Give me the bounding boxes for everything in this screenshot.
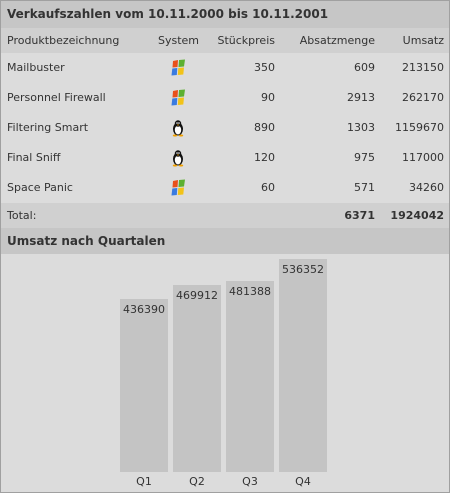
sales-panel: Verkaufszahlen vom 10.11.2000 bis 10.11.… bbox=[0, 0, 450, 493]
bar-q3: 481388 bbox=[226, 281, 274, 472]
chart-area: 436390 Q1 469912 Q2 481388 Q3 536352 Q4 bbox=[1, 254, 449, 492]
x-tick-label: Q4 bbox=[295, 475, 311, 488]
x-tick-label: Q2 bbox=[189, 475, 205, 488]
product-name: Personnel Firewall bbox=[7, 91, 106, 104]
col-qty: Absatzmenge bbox=[299, 34, 375, 47]
data-label: 469912 bbox=[176, 289, 218, 302]
revenue: 34260 bbox=[409, 181, 444, 194]
table-header: Produktbezeichnung System Stückpreis Abs… bbox=[1, 28, 449, 53]
col-price: Stückpreis bbox=[217, 34, 275, 47]
quantity: 2913 bbox=[347, 91, 375, 104]
unit-price: 350 bbox=[254, 61, 275, 74]
bar-q4: 536352 bbox=[279, 259, 327, 472]
table-row: Space Panic 60 571 34260 bbox=[1, 173, 449, 203]
quantity: 609 bbox=[354, 61, 375, 74]
quantity: 571 bbox=[354, 181, 375, 194]
col-product: Produktbezeichnung bbox=[7, 34, 120, 47]
revenue: 1159670 bbox=[395, 121, 444, 134]
total-label: Total: bbox=[7, 209, 37, 222]
table-row: Personnel Firewall 90 2913 262170 bbox=[1, 83, 449, 113]
chart-title: Umsatz nach Quartalen bbox=[1, 228, 449, 254]
col-system: System bbox=[158, 34, 200, 47]
page-title: Verkaufszahlen vom 10.11.2000 bis 10.11.… bbox=[1, 1, 449, 28]
windows-icon bbox=[163, 83, 193, 113]
total-qty: 6371 bbox=[344, 209, 375, 222]
windows-icon bbox=[163, 173, 193, 203]
table-row: Final Sniff 120 975 117000 bbox=[1, 143, 449, 173]
revenue: 213150 bbox=[402, 61, 444, 74]
col-revenue: Umsatz bbox=[402, 34, 444, 47]
linux-icon bbox=[163, 143, 193, 173]
data-label: 436390 bbox=[123, 303, 165, 316]
quantity: 1303 bbox=[347, 121, 375, 134]
linux-icon bbox=[163, 113, 193, 143]
product-name: Filtering Smart bbox=[7, 121, 89, 134]
table-row: Mailbuster 350 609 213150 bbox=[1, 53, 449, 83]
windows-icon bbox=[163, 53, 193, 83]
x-tick-label: Q1 bbox=[136, 475, 152, 488]
unit-price: 890 bbox=[254, 121, 275, 134]
product-name: Mailbuster bbox=[7, 61, 65, 74]
unit-price: 60 bbox=[261, 181, 275, 194]
unit-price: 90 bbox=[261, 91, 275, 104]
unit-price: 120 bbox=[254, 151, 275, 164]
data-label: 481388 bbox=[229, 285, 271, 298]
quantity: 975 bbox=[354, 151, 375, 164]
product-name: Space Panic bbox=[7, 181, 73, 194]
total-row: Total: 6371 1924042 bbox=[1, 203, 449, 228]
data-label: 536352 bbox=[282, 263, 324, 276]
product-name: Final Sniff bbox=[7, 151, 61, 164]
revenue: 117000 bbox=[402, 151, 444, 164]
table-row: Filtering Smart 890 1303 1159670 bbox=[1, 113, 449, 143]
revenue: 262170 bbox=[402, 91, 444, 104]
bar-q1: 436390 bbox=[120, 299, 168, 472]
total-revenue: 1924042 bbox=[390, 209, 444, 222]
x-tick-label: Q3 bbox=[242, 475, 258, 488]
bar-q2: 469912 bbox=[173, 285, 221, 472]
